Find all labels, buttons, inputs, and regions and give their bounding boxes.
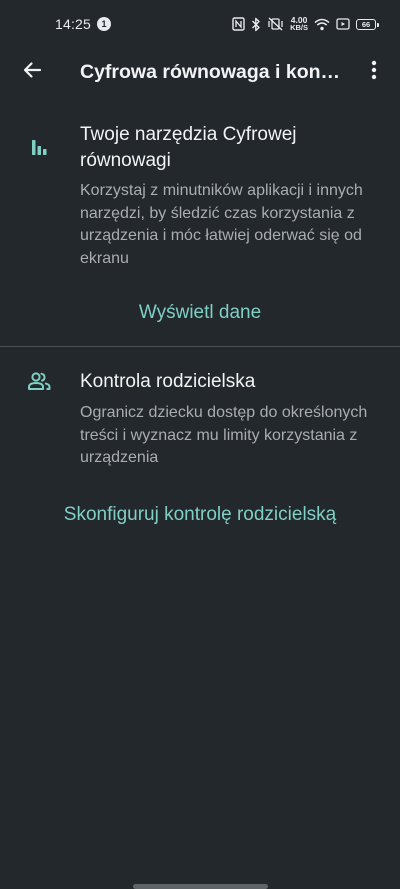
more-options-button[interactable] <box>358 56 390 88</box>
setup-parental-controls-button[interactable]: Skonfiguruj kontrolę rodzicielską <box>0 504 400 526</box>
vibrate-off-icon <box>267 14 284 34</box>
network-speed: 4.00 KB/S <box>290 14 308 34</box>
app-bar: Cyfrowa równowaga i kontrola rodzicielsk… <box>0 50 400 94</box>
wifi-icon <box>314 14 330 34</box>
battery-level: 66 <box>356 18 379 30</box>
digital-wellbeing-description: Korzystaj z minutników aplikacji i innyc… <box>80 182 363 267</box>
section-divider <box>0 346 400 347</box>
arrow-back-icon <box>22 60 42 85</box>
bar-chart-icon <box>27 135 51 159</box>
status-bar: 14:25 1 4.00 KB/S 66 <box>0 0 400 50</box>
more-vert-icon <box>371 60 377 85</box>
parental-controls-description: Ogranicz dziecku dostęp do określonych t… <box>80 404 368 466</box>
back-button[interactable] <box>16 56 48 88</box>
parental-controls-title: Kontrola rodzicielska <box>80 371 256 392</box>
screen-record-icon <box>336 14 350 34</box>
status-icons: 4.00 KB/S 66 <box>232 13 379 35</box>
battery-icon: 66 <box>356 14 379 34</box>
home-indicator[interactable] <box>133 884 268 889</box>
status-time: 14:25 <box>55 16 92 32</box>
network-speed-unit: KB/S <box>290 23 308 32</box>
show-data-button[interactable]: Wyświetl dane <box>0 302 400 324</box>
page-title: Cyfrowa równowaga i kontrola rodzicielsk… <box>80 61 346 83</box>
people-icon <box>27 369 51 393</box>
nfc-icon <box>232 14 245 34</box>
digital-wellbeing-title: Twoje narzędzia Cyfrowej równowagi <box>80 124 297 171</box>
notification-count-badge: 1 <box>97 17 111 31</box>
bluetooth-icon <box>251 14 261 34</box>
